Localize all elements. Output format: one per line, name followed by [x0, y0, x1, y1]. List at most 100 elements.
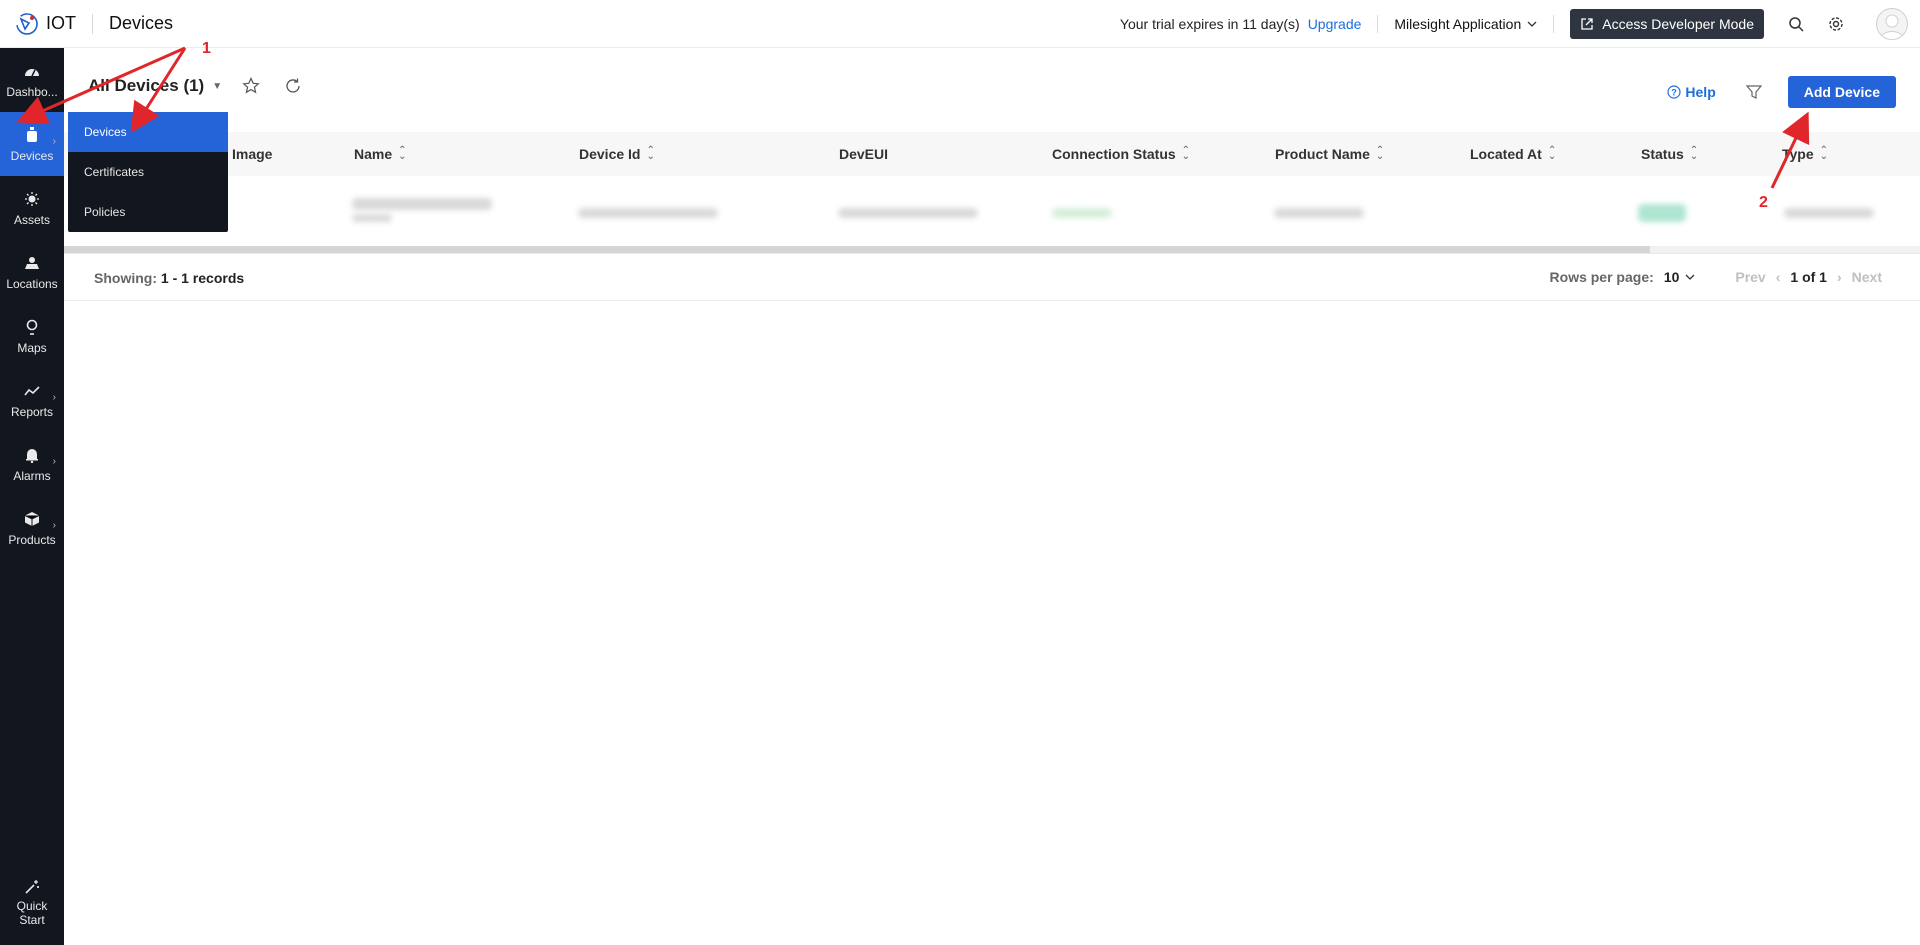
column-header-device-id[interactable]: Device Id ⌃ ⌄: [579, 132, 655, 176]
quick-start-button[interactable]: Quick Start: [0, 879, 64, 927]
add-device-button[interactable]: Add Device: [1787, 76, 1896, 108]
divider: [1377, 15, 1379, 33]
upgrade-link[interactable]: Upgrade: [1308, 16, 1362, 32]
showing-label: Showing:: [94, 270, 157, 286]
sort-icon: ⌃ ⌄: [1689, 145, 1699, 162]
blurred-cell: [578, 208, 718, 218]
sidebar-item-dashboard[interactable]: Dashbo...: [0, 48, 64, 112]
chevron-right-icon: ›: [52, 136, 56, 147]
column-label: Status: [1641, 146, 1684, 162]
application-selector[interactable]: Milesight Application: [1394, 16, 1537, 32]
view-selector[interactable]: All Devices (1): [88, 76, 204, 96]
column-header-status[interactable]: Status ⌃ ⌄: [1641, 132, 1698, 176]
devices-submenu: Devices Certificates Policies: [68, 112, 228, 232]
bell-icon: [25, 446, 39, 464]
blurred-cell: [838, 208, 978, 218]
column-label: Device Id: [579, 146, 641, 162]
brand[interactable]: IOT Devices: [0, 0, 173, 47]
sidebar-item-label: Assets: [13, 212, 50, 227]
filter-button[interactable]: [1745, 84, 1762, 100]
sidebar-item-devices[interactable]: Devices ›: [0, 112, 64, 176]
sidebar-item-label: Devices: [10, 148, 54, 163]
toolbar-actions: ? Help Add Device: [1667, 76, 1896, 108]
divider: [92, 13, 93, 34]
column-header-name[interactable]: Name ⌃ ⌄: [354, 132, 407, 176]
sidebar-item-assets[interactable]: Assets: [0, 176, 64, 240]
scrollbar-thumb[interactable]: [64, 246, 1650, 253]
sidebar-item-label: Dashbo...: [6, 84, 58, 99]
blurred-status-badge: [1638, 204, 1686, 222]
column-label: DevEUI: [839, 146, 889, 162]
sidebar-item-locations[interactable]: Locations: [0, 240, 64, 304]
top-bar: IOT Devices Your trial expires in 11 day…: [0, 0, 1920, 48]
trend-icon: [24, 382, 40, 400]
horizontal-scrollbar[interactable]: [64, 246, 1920, 253]
help-label: Help: [1685, 84, 1716, 100]
annotation-number-1: 1: [202, 40, 211, 57]
blurred-cell: [352, 214, 392, 222]
submenu-item-policies[interactable]: Policies: [68, 192, 228, 232]
sort-icon: ⌃ ⌄: [1547, 145, 1557, 162]
records-summary: Showing: 1 - 1 records: [94, 270, 244, 286]
sidebar-item-label: Alarms: [13, 468, 51, 483]
submenu-item-devices[interactable]: Devices: [68, 112, 228, 152]
rows-per-page-select[interactable]: 10: [1664, 269, 1696, 285]
sort-icon: ⌃ ⌄: [1375, 145, 1385, 162]
sidebar-item-alarms[interactable]: Alarms ›: [0, 432, 64, 496]
column-header-deveui: DevEUI: [839, 132, 888, 176]
annotation-number-2: 2: [1759, 194, 1768, 211]
magic-wand-icon: [25, 880, 39, 894]
sidebar: Dashbo... Devices › Assets Locations Map…: [0, 48, 64, 945]
column-label: Located At: [1470, 146, 1542, 162]
box-icon: [24, 510, 40, 528]
caret-down-icon[interactable]: ▼: [212, 81, 222, 92]
satellite-logo-icon: [16, 12, 38, 35]
chevron-right-icon: ›: [52, 456, 56, 467]
prev-button[interactable]: Prev: [1735, 269, 1765, 285]
sort-icon: ⌃ ⌄: [646, 145, 655, 162]
avatar[interactable]: [1876, 8, 1908, 40]
sort-icon: ⌃ ⌄: [1181, 145, 1191, 162]
access-developer-mode-button[interactable]: Access Developer Mode: [1570, 9, 1764, 39]
column-label: Type: [1782, 146, 1814, 162]
table-footer: Showing: 1 - 1 records Rows per page: 10…: [64, 253, 1920, 301]
submenu-item-certificates[interactable]: Certificates: [68, 152, 228, 192]
column-header-type[interactable]: Type ⌃ ⌄: [1782, 132, 1828, 176]
sidebar-item-maps[interactable]: Maps: [0, 304, 64, 368]
chevron-right-icon[interactable]: ›: [1837, 269, 1842, 285]
column-label: Name: [354, 146, 393, 162]
dashboard-icon: [24, 62, 40, 80]
trial-text: Your trial expires in 11 day(s): [1119, 16, 1300, 32]
search-icon: [1789, 17, 1804, 32]
blurred-cell: [1052, 208, 1112, 218]
sidebar-item-label: Maps: [17, 340, 47, 355]
rows-per-page-value: 10: [1663, 269, 1680, 285]
sidebar-item-reports[interactable]: Reports ›: [0, 368, 64, 432]
quick-start-label: Quick Start: [16, 899, 48, 927]
chevron-left-icon[interactable]: ‹: [1776, 269, 1781, 285]
divider: [1553, 15, 1555, 33]
favorite-button[interactable]: [242, 77, 260, 95]
chevron-right-icon: ›: [52, 520, 56, 531]
next-button[interactable]: Next: [1852, 269, 1882, 285]
column-header-located-at[interactable]: Located At ⌃ ⌄: [1470, 132, 1556, 176]
chevron-down-icon: [1527, 21, 1537, 27]
settings-button[interactable]: [1816, 4, 1856, 44]
showing-value: 1 - 1 records: [160, 270, 245, 286]
column-header-connection-status[interactable]: Connection Status ⌃ ⌄: [1052, 132, 1190, 176]
chevron-right-icon: ›: [52, 392, 56, 403]
sidebar-item-products[interactable]: Products ›: [0, 496, 64, 560]
help-icon: ?: [1667, 85, 1682, 99]
sort-icon: ⌃ ⌄: [398, 145, 407, 162]
search-button[interactable]: [1776, 4, 1816, 44]
column-label: Image: [232, 146, 273, 162]
star-icon: [242, 77, 260, 94]
table-row[interactable]: [64, 176, 1920, 230]
sidebar-item-label: Products: [8, 532, 56, 547]
main-content: All Devices (1) ▼ ? Help Add Device Imag…: [64, 48, 1920, 945]
blurred-cell: [352, 198, 492, 210]
location-icon: [24, 254, 40, 272]
help-link[interactable]: ? Help: [1667, 84, 1716, 100]
column-header-product-name[interactable]: Product Name ⌃ ⌄: [1275, 132, 1384, 176]
refresh-button[interactable]: [284, 77, 302, 95]
